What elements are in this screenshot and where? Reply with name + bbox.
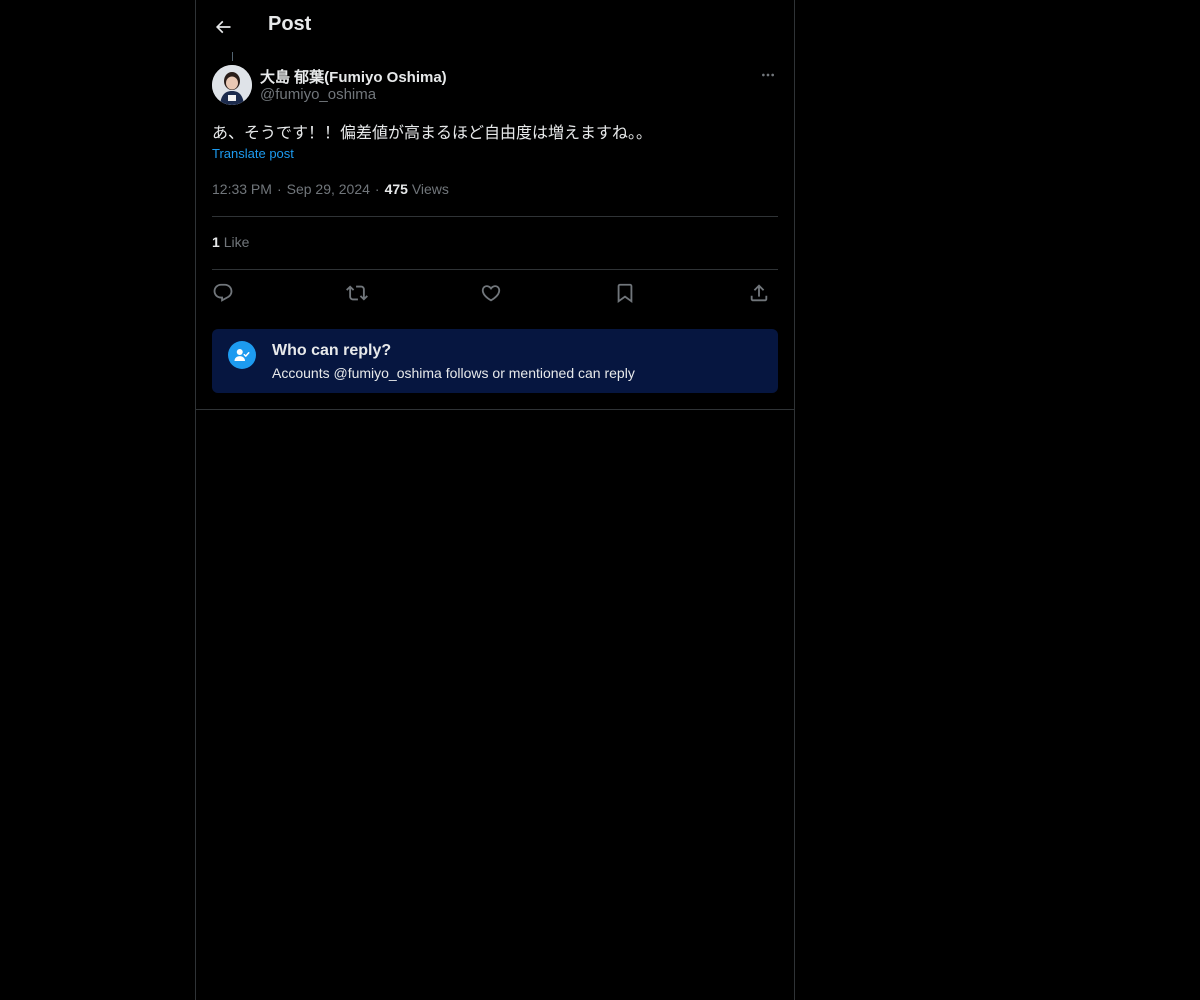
bookmark-button[interactable]: [612, 280, 638, 306]
post-metadata: 12:33 PM · Sep 29, 2024 · 475 Views: [212, 181, 449, 197]
heart-icon: [481, 285, 501, 302]
thread-line: [232, 52, 233, 61]
bookmark-icon: [617, 283, 633, 304]
divider: [212, 269, 778, 270]
share-icon: [750, 284, 768, 302]
reply-restriction-title: Who can reply?: [272, 342, 392, 359]
author-handle[interactable]: @fumiyo_oshima: [260, 86, 376, 103]
post-author: 大島 郁葉(Fumiyo Oshima) @fumiyo_oshima: [212, 64, 778, 106]
post-text: あ、そうです！！偏差値が高まるほど自由度は増えますね。。: [212, 125, 653, 142]
main-column: Post 大島 郁葉(Fumiyo Oshima) @fumiyo_oshima…: [195, 0, 795, 1000]
share-button[interactable]: [746, 280, 772, 306]
author-display-name[interactable]: 大島 郁葉(Fumiyo Oshima): [260, 66, 447, 87]
views-count: 475: [384, 181, 408, 197]
avatar[interactable]: [212, 65, 252, 105]
divider: [212, 216, 778, 217]
likes-link[interactable]: 1 Like: [212, 234, 249, 250]
more-options-button[interactable]: [758, 65, 778, 85]
avatar-image: [212, 65, 252, 105]
repost-icon: [346, 285, 368, 301]
like-button[interactable]: [478, 280, 504, 306]
back-button[interactable]: [208, 12, 238, 42]
separator-dot: ·: [276, 181, 282, 197]
post-actions: [212, 280, 778, 306]
page-header: Post: [196, 0, 794, 53]
post-time[interactable]: 12:33 PM: [212, 181, 272, 197]
reply-restriction-icon-badge: [228, 341, 256, 369]
translate-post-link[interactable]: Translate post: [212, 146, 294, 161]
post-date[interactable]: Sep 29, 2024: [287, 181, 370, 197]
separator-dot: ·: [374, 181, 380, 197]
repost-button[interactable]: [344, 280, 370, 306]
divider: [196, 409, 794, 410]
more-icon: [762, 73, 774, 77]
likes-label: Like: [223, 234, 250, 250]
reply-icon: [213, 283, 233, 302]
reply-restriction-notice: Who can reply? Accounts @fumiyo_oshima f…: [212, 329, 778, 393]
reply-button[interactable]: [210, 280, 236, 306]
likes-count: 1: [212, 234, 220, 250]
person-check-icon: [234, 349, 250, 361]
arrow-left-icon: [215, 20, 231, 34]
views-label: Views: [411, 181, 449, 197]
reply-restriction-subtitle: Accounts @fumiyo_oshima follows or menti…: [272, 365, 635, 381]
page-title: Post: [268, 13, 312, 35]
